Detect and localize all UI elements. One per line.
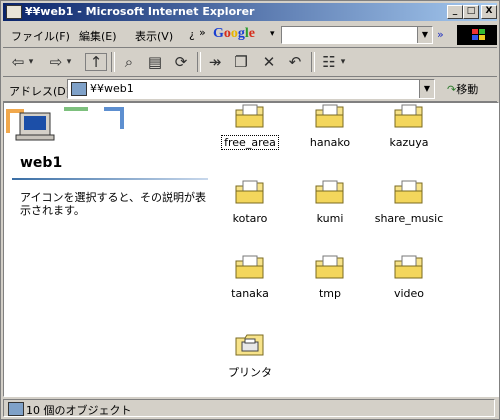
up-folder-button[interactable]: ↑ <box>85 53 107 71</box>
google-search-input[interactable]: ▼ <box>281 26 433 44</box>
folder-icon <box>315 255 344 279</box>
chevron-down-icon[interactable]: ▼ <box>417 27 432 43</box>
folder-icon <box>235 180 264 204</box>
address-input[interactable]: ¥¥web1 ▼ <box>67 79 435 99</box>
item-label: kumi <box>316 212 344 225</box>
network-folder-banner-icon <box>4 103 134 143</box>
folder-icon <box>315 180 344 204</box>
back-button[interactable]: ⇦ <box>9 52 27 72</box>
menu-overflow[interactable]: » <box>199 26 206 39</box>
web-view-panel: web1 アイコンを選択すると、その説明が表示されます。 <box>4 103 210 396</box>
google-dropdown-icon[interactable]: ▾ <box>270 29 275 39</box>
folder-icon <box>235 255 264 279</box>
window-title: ¥¥web1 - Microsoft Internet Explorer <box>25 5 255 18</box>
item-label: share_music <box>374 212 444 225</box>
printer-folder-icon <box>235 334 264 356</box>
menu-more[interactable]: ¿ <box>189 28 195 41</box>
delete-button[interactable]: ✕ <box>259 52 279 72</box>
views-dropdown-icon[interactable]: ▾ <box>339 52 347 72</box>
minimize-button[interactable]: _ <box>447 5 463 19</box>
forward-button[interactable]: ⇨ <box>47 52 65 72</box>
folder-item[interactable]: share_music <box>369 179 449 225</box>
folder-view: web1 アイコンを選択すると、その説明が表示されます。 free_area ha… <box>3 102 499 397</box>
item-label: プリンタ <box>228 366 272 379</box>
folder-item[interactable]: free_area <box>210 103 290 150</box>
views-button[interactable]: ☷ <box>319 52 339 72</box>
folder-title: web1 <box>20 155 63 171</box>
search-button[interactable]: ⌕ <box>119 52 139 72</box>
standard-toolbar: ⇦ ▾ ⇨ ▾ ↑ ⌕ ▤ ⟳ ↠ ❐ ✕ ↶ ☷ ▾ <box>3 48 497 77</box>
item-label: kazuya <box>389 136 429 149</box>
folder-icon <box>235 104 264 128</box>
google-logo[interactable]: Google <box>213 26 255 42</box>
toolbar-separator <box>311 52 315 72</box>
ie-window: ¥¥web1 - Microsoft Internet Explorer _ □… <box>0 0 500 420</box>
folders-button[interactable]: ▤ <box>145 52 165 72</box>
title-divider <box>12 178 208 180</box>
folder-item[interactable]: tmp <box>290 254 370 300</box>
menu-view[interactable]: 表示(V) <box>135 28 173 44</box>
item-label: tmp <box>318 287 341 300</box>
item-label: free_area <box>221 135 279 150</box>
history-button[interactable]: ⟳ <box>171 52 191 72</box>
ie-folder-icon <box>6 5 22 19</box>
status-pane: 10 個のオブジェクト <box>3 399 495 417</box>
toolbar-separator <box>111 52 115 72</box>
folder-item[interactable]: hanako <box>290 103 370 149</box>
folder-icon <box>394 180 423 204</box>
printers-item[interactable]: プリンタ <box>210 331 290 380</box>
network-folder-icon <box>71 82 87 96</box>
go-arrow-icon: ↷ <box>447 83 457 96</box>
folder-icon <box>394 255 423 279</box>
address-label: アドレス(D) <box>9 85 71 98</box>
folder-icon <box>315 104 344 128</box>
forward-dropdown-icon[interactable]: ▾ <box>65 52 73 72</box>
go-button[interactable]: ↷移動 <box>447 81 478 97</box>
maximize-button[interactable]: □ <box>463 5 479 19</box>
move-to-button[interactable]: ↠ <box>205 52 225 72</box>
menu-bar: ファイル(F) 編集(E) 表示(V) ¿ » Google ▾ ▼ » <box>3 23 497 48</box>
folder-item[interactable]: kumi <box>290 179 370 225</box>
menu-file[interactable]: ファイル(F) <box>11 28 70 44</box>
google-more-icon[interactable]: » <box>437 28 444 41</box>
menu-edit[interactable]: 編集(E) <box>79 28 117 44</box>
description-text: アイコンを選択すると、その説明が表示されます。 <box>20 191 207 217</box>
address-value: ¥¥web1 <box>90 82 134 95</box>
chevron-down-icon[interactable]: ▼ <box>419 80 434 98</box>
folder-item[interactable]: tanaka <box>210 254 290 300</box>
item-label: kotaro <box>232 212 268 225</box>
item-label: tanaka <box>231 287 269 300</box>
network-icon <box>8 402 24 416</box>
undo-button[interactable]: ↶ <box>285 52 305 72</box>
item-label: video <box>393 287 425 300</box>
folder-item[interactable]: kazuya <box>369 103 449 149</box>
status-text: 10 個のオブジェクト <box>26 404 132 417</box>
item-label: hanako <box>309 136 351 149</box>
folder-icon <box>394 104 423 128</box>
windows-logo <box>457 25 497 45</box>
title-bar[interactable]: ¥¥web1 - Microsoft Internet Explorer _ □… <box>3 3 497 21</box>
folder-item[interactable]: video <box>369 254 449 300</box>
close-button[interactable]: X <box>481 5 497 19</box>
status-bar: 10 個のオブジェクト <box>3 399 497 417</box>
toolbar-separator <box>197 52 201 72</box>
folder-item[interactable]: kotaro <box>210 179 290 225</box>
back-dropdown-icon[interactable]: ▾ <box>27 52 35 72</box>
address-bar: アドレス(D) ¥¥web1 ▼ ↷移動 <box>3 77 497 102</box>
go-label: 移動 <box>456 83 479 96</box>
copy-to-button[interactable]: ❐ <box>231 52 251 72</box>
